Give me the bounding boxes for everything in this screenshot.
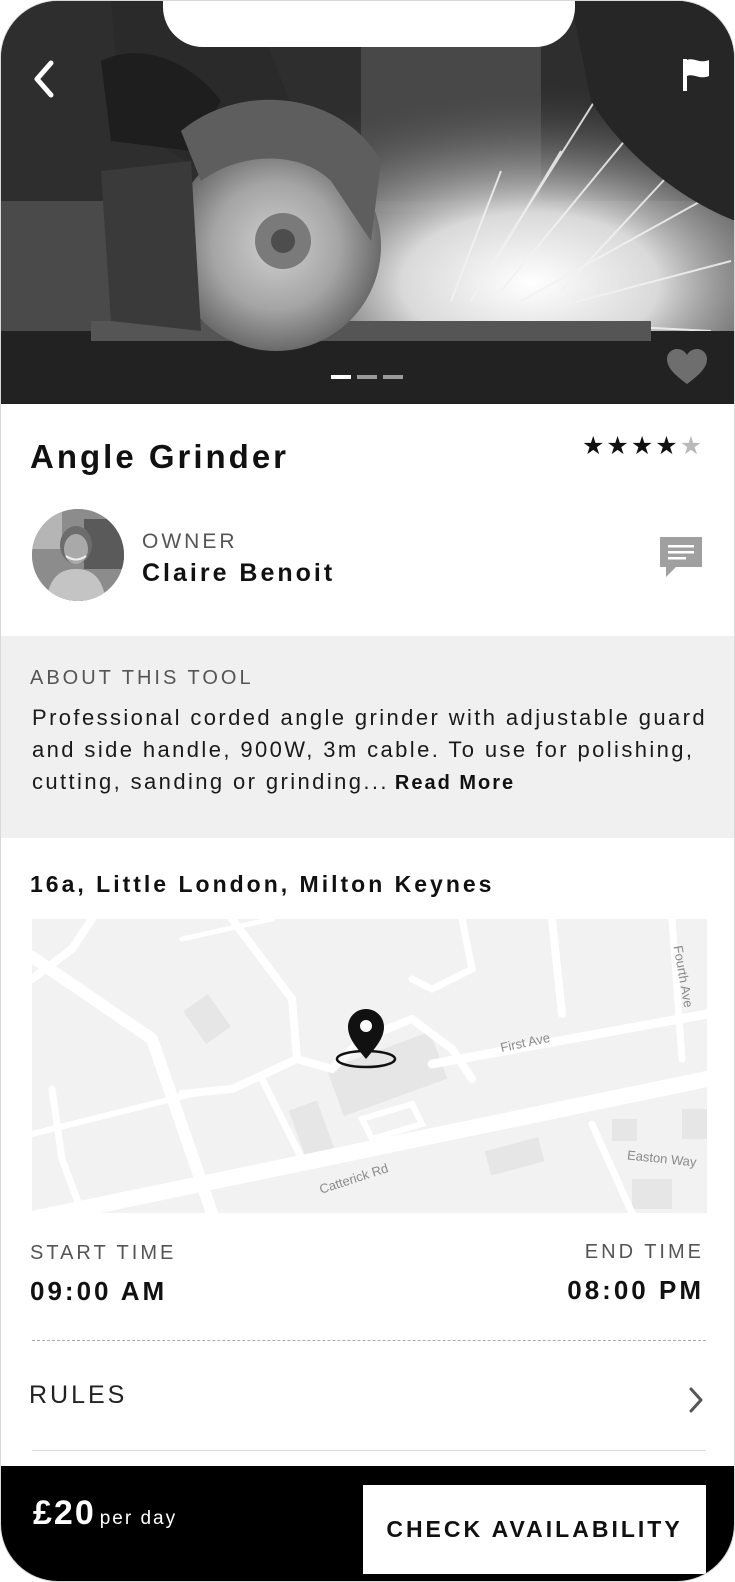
start-time-label: START TIME — [30, 1242, 177, 1264]
pagination-dot[interactable] — [357, 375, 377, 379]
end-time-label: END TIME — [584, 1241, 704, 1263]
tool-title: Angle Grinder — [30, 438, 290, 475]
price: £20 per day — [33, 1494, 177, 1533]
chat-bubble-icon — [660, 537, 702, 577]
about-description: Professional corded angle grinder with a… — [32, 702, 712, 799]
about-label: ABOUT THIS TOOL — [30, 667, 254, 689]
end-time-value[interactable]: 08:00 PM — [567, 1275, 704, 1306]
location-address: 16a, Little London, Milton Keynes — [30, 871, 495, 897]
star-filled-icon: ★ — [655, 432, 678, 460]
owner-photo — [32, 509, 124, 601]
rules-label: RULES — [29, 1381, 128, 1409]
device-notch — [163, 1, 575, 47]
chevron-right-icon — [689, 1387, 703, 1413]
location-map[interactable]: First Ave Catterick Rd Easton Way Fourth… — [32, 919, 707, 1213]
booking-footer: £20 per day CHECK AVAILABILITY — [1, 1466, 734, 1581]
rating-stars: ★ ★ ★ ★ ★ — [582, 433, 702, 459]
report-button[interactable] — [681, 57, 713, 93]
favorite-button[interactable] — [665, 347, 709, 387]
chevron-left-icon — [34, 60, 54, 98]
star-empty-icon: ★ — [679, 432, 703, 460]
back-button[interactable] — [27, 57, 61, 101]
about-text: Professional corded angle grinder with a… — [32, 705, 708, 794]
divider — [32, 1340, 706, 1341]
rules-row[interactable]: RULES — [1, 1367, 734, 1433]
start-time-value[interactable]: 09:00 AM — [30, 1276, 167, 1307]
star-filled-icon: ★ — [630, 432, 654, 460]
map-pin-icon — [335, 1009, 397, 1069]
price-amount: £20 — [33, 1494, 96, 1532]
owner-name[interactable]: Claire Benoit — [142, 559, 335, 588]
screen: Angle Grinder ★ ★ ★ ★ ★ OWNER Claire Benoit … — [0, 0, 735, 1582]
owner-label: OWNER — [142, 530, 238, 553]
read-more-link[interactable]: Read More — [395, 772, 515, 794]
angle-grinder-photo — [1, 1, 734, 404]
about-section: ABOUT THIS TOOL Professional corded angl… — [1, 636, 734, 838]
pagination-dot[interactable] — [331, 375, 351, 379]
message-owner-button[interactable] — [658, 535, 704, 579]
divider — [32, 1450, 706, 1451]
tool-photo-gallery[interactable] — [1, 1, 734, 404]
heart-icon — [667, 349, 707, 384]
owner-avatar[interactable] — [32, 509, 124, 601]
check-availability-button[interactable]: CHECK AVAILABILITY — [363, 1485, 706, 1574]
price-unit: per day — [99, 1508, 178, 1529]
star-filled-icon: ★ — [606, 432, 629, 460]
star-filled-icon: ★ — [582, 432, 605, 460]
gallery-pagination — [331, 375, 403, 379]
flag-icon — [683, 59, 709, 91]
pagination-dot[interactable] — [383, 375, 403, 379]
